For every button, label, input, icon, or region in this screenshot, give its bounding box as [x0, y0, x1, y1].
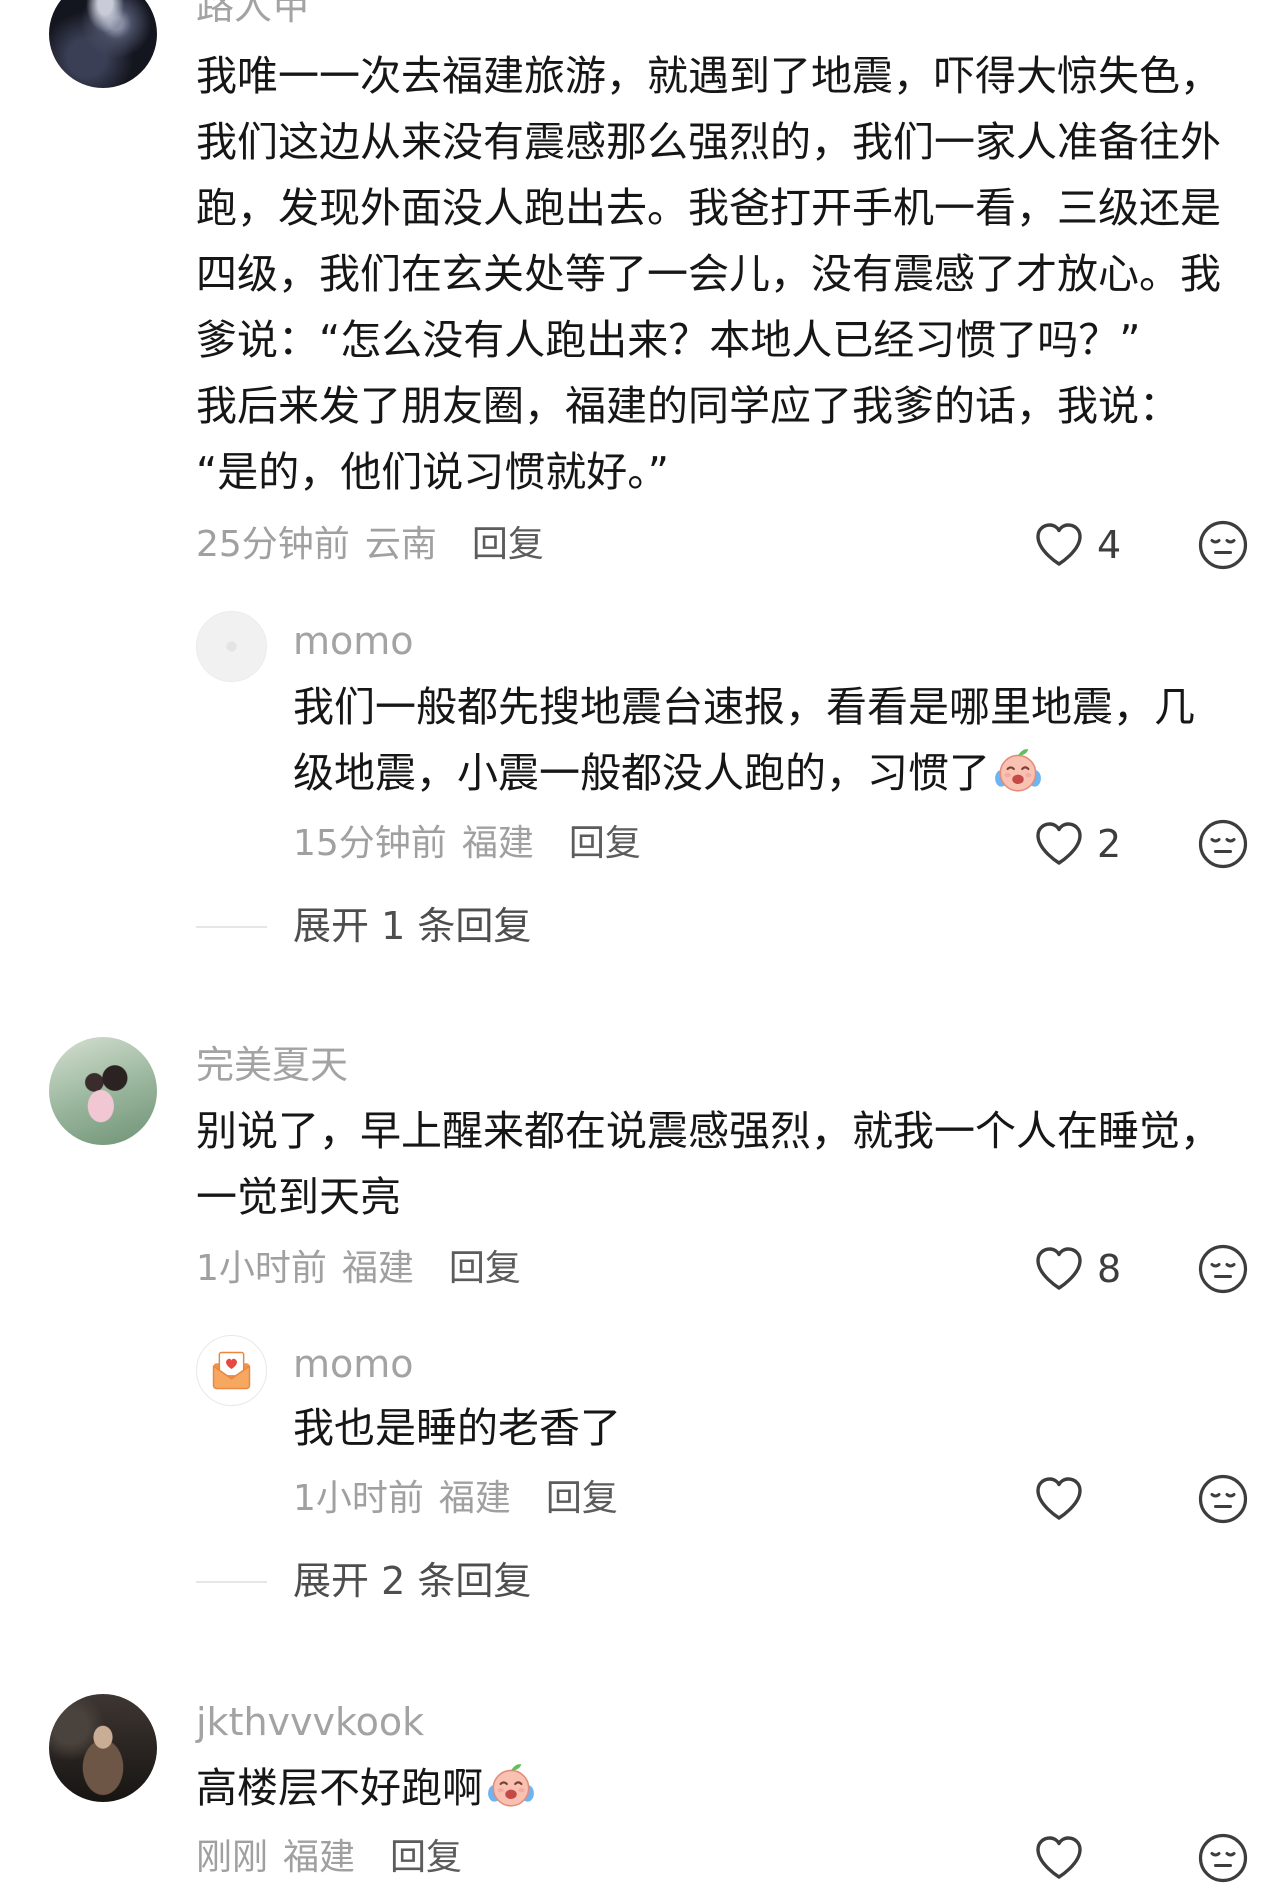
reply-button[interactable]: 回复 [449, 1244, 521, 1294]
meh-face-icon[interactable] [1197, 519, 1249, 571]
text-line: 我后来发了朋友圈，福建的同学应了我爹的话，我说： [196, 382, 1180, 430]
like-button[interactable] [1033, 1473, 1085, 1525]
comment-meta: 25分钟前 云南 回复 [196, 520, 544, 570]
text-line: 跑，发现外面没人跑出去。我爸打开手机一看，三级还是 [196, 184, 1221, 232]
timestamp: 1小时前 [293, 1478, 424, 1519]
dislike-button[interactable] [1197, 519, 1249, 571]
username[interactable]: jkthvvvkook [196, 1698, 424, 1746]
text-line: 别说了，早上醒来都在说震感强烈，就我一个人在睡觉， [196, 1107, 1221, 1155]
timestamp: 15分钟前 [293, 823, 447, 864]
meh-face-icon[interactable] [1197, 818, 1249, 870]
reply-meta: 1小时前 福建 回复 [293, 1474, 618, 1524]
username[interactable]: momo [293, 1340, 414, 1388]
dislike-button[interactable] [1197, 818, 1249, 870]
reply-button[interactable]: 回复 [546, 1474, 618, 1524]
text-line: “是的，他们说习惯就好。” [196, 448, 669, 496]
username[interactable]: 路人甲 [196, 0, 310, 30]
dislike-button[interactable] [1197, 1243, 1249, 1295]
timestamp: 1小时前 [196, 1248, 327, 1289]
comment-meta: 1小时前 福建 回复 [196, 1244, 521, 1294]
dislike-button[interactable] [1197, 1832, 1249, 1884]
crying-emoji-icon [992, 744, 1044, 796]
like-count: 8 [1097, 1247, 1122, 1291]
like-button[interactable] [1033, 1243, 1085, 1295]
expand-replies-button[interactable]: 展开 2 条回复 [293, 1556, 531, 1606]
text-line: 四级，我们在玄关处等了一会儿，没有震感了才放心。我 [196, 250, 1221, 298]
reply-meta: 15分钟前 福建 回复 [293, 819, 641, 869]
heart-icon[interactable] [1033, 1832, 1085, 1884]
text-line: 爹说：“怎么没有人跑出来？本地人已经习惯了吗？” [196, 316, 1141, 364]
meh-face-icon[interactable] [1197, 1473, 1249, 1525]
avatar[interactable] [196, 1335, 267, 1406]
comment-list: 路人甲 我唯一一次去福建旅游，就遇到了地震，吓得大惊失色， 我们这边从来没有震感… [0, 0, 1284, 1894]
comment-text: 我唯一一次去福建旅游，就遇到了地震，吓得大惊失色， 我们这边从来没有震感那么强烈… [196, 43, 1221, 505]
expand-replies-button[interactable]: 展开 1 条回复 [293, 901, 531, 951]
like-count: 4 [1097, 523, 1122, 567]
crying-emoji-icon [485, 1759, 537, 1811]
heart-icon[interactable] [1033, 818, 1085, 870]
text-line: 我们一般都先搜地震台速报，看看是哪里地震，几 [293, 683, 1195, 731]
location: 云南 [364, 524, 437, 565]
text-line: 一觉到天亮 [196, 1173, 401, 1221]
comment-text: 别说了，早上醒来都在说震感强烈，就我一个人在睡觉， 一觉到天亮 [196, 1098, 1221, 1230]
comment-text: 高楼层不好跑啊 [196, 1755, 537, 1821]
like-button[interactable] [1033, 1832, 1085, 1884]
comment-meta: 刚刚 福建 回复 [196, 1833, 462, 1883]
reply-button[interactable]: 回复 [390, 1833, 462, 1883]
reply-text: 我们一般都先搜地震台速报，看看是哪里地震，几 级地震，小震一般都没人跑的，习惯了 [293, 674, 1195, 806]
username[interactable]: momo [293, 617, 414, 665]
text-line: 级地震，小震一般都没人跑的，习惯了 [293, 740, 1195, 806]
location: 福建 [438, 1478, 511, 1519]
dislike-button[interactable] [1197, 1473, 1249, 1525]
text-line: 高楼层不好跑啊 [196, 1755, 537, 1821]
text-line-content: 高楼层不好跑啊 [196, 1764, 483, 1812]
meh-face-icon[interactable] [1197, 1832, 1249, 1884]
reply-button[interactable]: 回复 [569, 819, 641, 869]
expand-divider [196, 926, 267, 928]
reply-text: 我也是睡的老香了 [293, 1395, 621, 1461]
location: 福建 [283, 1837, 356, 1878]
text-line: 我唯一一次去福建旅游，就遇到了地震，吓得大惊失色， [196, 52, 1221, 100]
location: 福建 [461, 823, 534, 864]
like-button[interactable] [1033, 818, 1085, 870]
timestamp: 刚刚 [196, 1837, 269, 1878]
avatar[interactable] [196, 611, 267, 682]
username[interactable]: 完美夏天 [196, 1041, 348, 1089]
location: 福建 [341, 1248, 414, 1289]
avatar[interactable] [49, 1694, 157, 1802]
avatar[interactable] [49, 1037, 157, 1145]
meh-face-icon[interactable] [1197, 1243, 1249, 1295]
text-line: 我们这边从来没有震感那么强烈的，我们一家人准备往外 [196, 118, 1221, 166]
like-button[interactable] [1033, 519, 1085, 571]
timestamp: 25分钟前 [196, 524, 350, 565]
text-line: 我也是睡的老香了 [293, 1404, 621, 1452]
heart-icon[interactable] [1033, 1473, 1085, 1525]
envelope-heart-icon [212, 1351, 251, 1390]
expand-divider [196, 1581, 267, 1583]
reply-button[interactable]: 回复 [472, 520, 544, 570]
text-line-content: 级地震，小震一般都没人跑的，习惯了 [293, 749, 990, 797]
heart-icon[interactable] [1033, 1243, 1085, 1295]
like-count: 2 [1097, 822, 1122, 866]
avatar[interactable] [49, 0, 157, 88]
heart-icon[interactable] [1033, 519, 1085, 571]
